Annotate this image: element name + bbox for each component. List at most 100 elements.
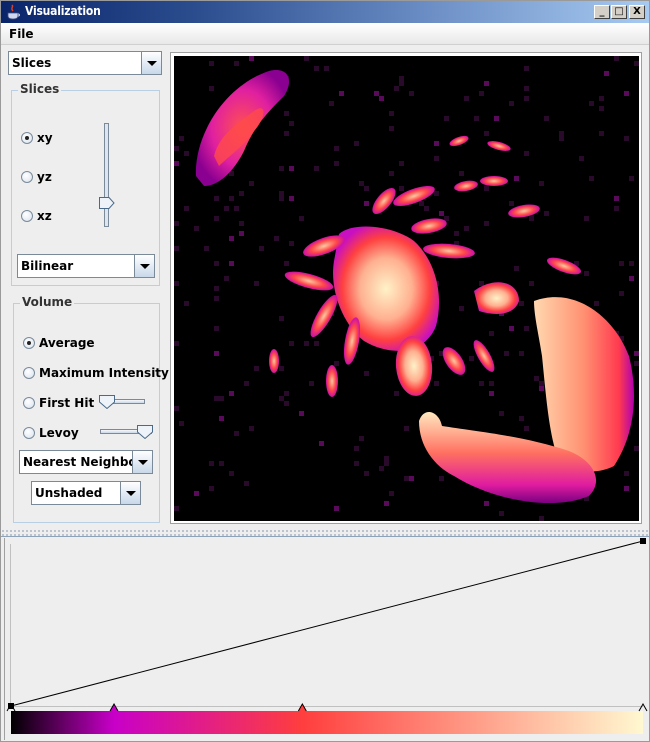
noise-pixel <box>299 216 304 221</box>
shading-select[interactable]: Unshaded <box>31 481 141 505</box>
noise-pixel <box>424 206 429 211</box>
noise-pixel <box>389 111 394 116</box>
color-stop-marker[interactable] <box>638 702 648 712</box>
claw-upper <box>474 282 519 314</box>
noise-pixel <box>634 446 639 451</box>
noise-pixel <box>434 381 439 386</box>
noise-pixel <box>584 216 589 221</box>
noise-pixel <box>234 61 239 66</box>
noise-pixel <box>219 416 224 421</box>
noise-pixel <box>229 261 234 266</box>
radio-maximum-intensity[interactable]: Maximum Intensity <box>23 366 169 380</box>
noise-pixel <box>534 376 539 381</box>
radio-first-hit[interactable]: First Hit <box>23 396 94 410</box>
radio-button-icon[interactable] <box>21 132 33 144</box>
radio-button-icon[interactable] <box>21 210 33 222</box>
minimize-button[interactable]: _ <box>594 5 610 19</box>
chevron-down-icon[interactable] <box>141 52 161 74</box>
first-hit-slider-thumb[interactable] <box>99 395 115 409</box>
slice-slider[interactable] <box>104 123 109 227</box>
radio-xz[interactable]: xz <box>21 209 52 223</box>
chevron-down-icon[interactable] <box>132 451 152 473</box>
noise-pixel <box>364 186 369 191</box>
noise-pixel <box>479 281 484 286</box>
noise-pixel <box>184 151 189 156</box>
noise-pixel <box>519 351 524 356</box>
noise-pixel <box>284 261 289 266</box>
chevron-down-icon[interactable] <box>120 482 140 504</box>
radio-label: xz <box>37 209 52 223</box>
title-bar[interactable]: Visualization _ □ X <box>1 1 649 23</box>
noise-pixel <box>244 481 249 486</box>
noise-pixel <box>529 216 534 221</box>
transfer-function-canvas[interactable] <box>5 538 649 740</box>
radio-button-icon[interactable] <box>23 427 35 439</box>
noise-pixel <box>614 196 619 201</box>
radio-button-icon[interactable] <box>23 337 35 349</box>
chevron-down-icon[interactable] <box>134 255 154 277</box>
noise-pixel <box>629 276 634 281</box>
color-stop-marker[interactable] <box>297 702 307 712</box>
noise-pixel <box>524 86 529 91</box>
java-cup-icon <box>7 4 20 20</box>
noise-pixel <box>359 181 364 186</box>
noise-pixel <box>289 166 294 171</box>
radio-levoy[interactable]: Levoy <box>23 426 79 440</box>
radio-button-icon[interactable] <box>21 171 33 183</box>
radio-yz[interactable]: yz <box>21 170 52 184</box>
volume-interpolation-select[interactable]: Nearest Neighbour <box>19 450 153 474</box>
noise-pixel <box>214 196 219 201</box>
menu-file[interactable]: File <box>9 27 34 41</box>
noise-pixel <box>174 406 179 411</box>
noise-pixel <box>354 461 359 466</box>
noise-pixel <box>359 436 364 441</box>
noise-pixel <box>249 181 254 186</box>
noise-pixel <box>354 446 359 451</box>
mode-select-value: Slices <box>12 56 52 70</box>
noise-pixel <box>184 206 189 211</box>
render-viewport[interactable] <box>170 52 642 524</box>
noise-pixel <box>314 341 319 346</box>
noise-pixel <box>329 101 334 106</box>
maximize-button[interactable]: □ <box>611 5 627 19</box>
noise-pixel <box>284 111 289 116</box>
opacity-curve <box>10 540 644 707</box>
noise-pixel <box>174 281 179 286</box>
mode-select[interactable]: Slices <box>8 51 162 75</box>
noise-pixel <box>524 96 529 101</box>
noise-pixel <box>299 411 304 416</box>
noise-pixel <box>509 201 514 206</box>
noise-pixel <box>499 511 504 516</box>
noise-pixel <box>384 501 389 506</box>
noise-pixel <box>339 91 344 96</box>
noise-pixel <box>194 226 199 231</box>
scorpion-slice-image[interactable] <box>174 56 639 521</box>
split-pane-divider[interactable] <box>1 529 649 537</box>
close-button[interactable]: X <box>629 5 645 19</box>
radio-average[interactable]: Average <box>23 336 95 350</box>
transfer-function-editor[interactable] <box>4 538 648 740</box>
noise-pixel <box>334 361 339 366</box>
color-stop-marker[interactable] <box>109 702 119 712</box>
noise-pixel <box>624 136 629 141</box>
noise-pixel <box>214 216 219 221</box>
radio-label: Levoy <box>39 426 79 440</box>
noise-pixel <box>489 331 494 336</box>
opacity-control-point[interactable] <box>640 538 646 544</box>
slices-group-title: Slices <box>18 82 62 96</box>
noise-pixel <box>484 221 489 226</box>
radio-button-icon[interactable] <box>23 367 35 379</box>
noise-pixel <box>254 281 259 286</box>
noise-pixel <box>179 136 184 141</box>
noise-pixel <box>519 301 524 306</box>
noise-pixel <box>364 371 369 376</box>
noise-pixel <box>514 266 519 271</box>
noise-pixel <box>319 441 324 446</box>
radio-xy[interactable]: xy <box>21 131 53 145</box>
visualization-window: Visualization _ □ X File Slices Slices x… <box>0 0 650 742</box>
levoy-slider-thumb[interactable] <box>137 425 153 439</box>
slice-interpolation-select[interactable]: Bilinear <box>17 254 155 278</box>
radio-button-icon[interactable] <box>23 397 35 409</box>
slice-slider-thumb[interactable] <box>99 196 115 209</box>
noise-pixel <box>229 236 234 241</box>
